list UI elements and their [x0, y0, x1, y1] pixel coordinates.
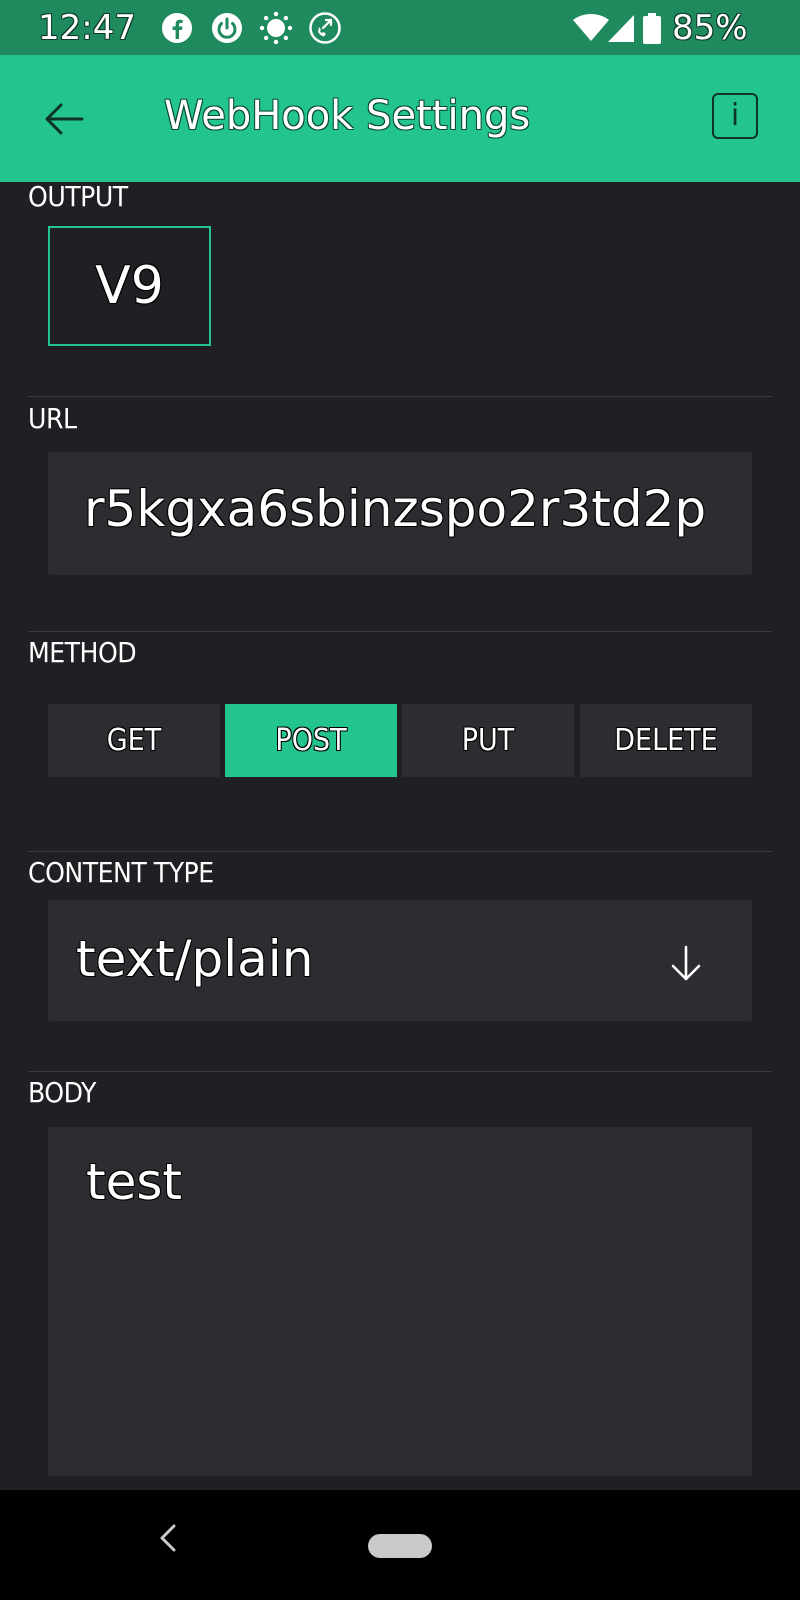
app-bar: WebHook Settings i — [0, 55, 800, 182]
method-put-button[interactable]: PUT — [402, 704, 574, 777]
nav-home-pill[interactable] — [368, 1534, 432, 1558]
nav-back-icon[interactable] — [154, 1518, 182, 1558]
body-label: BODY — [28, 1076, 96, 1109]
back-arrow-icon[interactable] — [36, 91, 92, 147]
divider — [28, 1071, 772, 1072]
brightness-icon — [259, 11, 293, 45]
webhook-settings-screen: 12:47 85% WebHook Settings i OUTPUT V9 U… — [0, 0, 800, 1600]
url-input[interactable]: r5kgxa6sbinzspo2r3td2p — [48, 452, 752, 575]
info-button[interactable]: i — [712, 93, 758, 139]
method-label: METHOD — [28, 636, 137, 669]
battery-icon — [643, 13, 661, 44]
battery-percent: 85% — [672, 8, 748, 48]
page-title: WebHook Settings — [164, 93, 531, 139]
content-type-value: text/plain — [76, 930, 314, 988]
body-textarea[interactable]: test — [48, 1127, 752, 1476]
power-icon — [212, 13, 242, 43]
signal-icon — [608, 15, 634, 42]
content-type-dropdown[interactable]: text/plain — [48, 900, 752, 1021]
wifi-icon — [573, 14, 609, 41]
output-label: OUTPUT — [28, 180, 128, 213]
facebook-icon — [162, 13, 192, 43]
divider — [28, 851, 772, 852]
status-time: 12:47 — [38, 8, 136, 48]
method-get-button[interactable]: GET — [48, 704, 220, 777]
phone-forward-icon — [309, 12, 341, 44]
navigation-bar — [0, 1490, 800, 1600]
divider — [28, 396, 772, 397]
body-value: test — [86, 1153, 183, 1211]
method-segmented-control: GET POST PUT DELETE — [48, 704, 752, 777]
method-delete-button[interactable]: DELETE — [580, 704, 752, 777]
content-type-label: CONTENT TYPE — [28, 856, 214, 889]
url-value: r5kgxa6sbinzspo2r3td2p — [84, 480, 707, 538]
url-label: URL — [28, 402, 77, 435]
output-pin-selector[interactable]: V9 — [48, 226, 211, 346]
arrow-down-icon[interactable] — [668, 944, 704, 984]
divider — [28, 631, 772, 632]
status-bar: 12:47 85% — [0, 0, 800, 55]
method-post-button[interactable]: POST — [225, 704, 397, 777]
